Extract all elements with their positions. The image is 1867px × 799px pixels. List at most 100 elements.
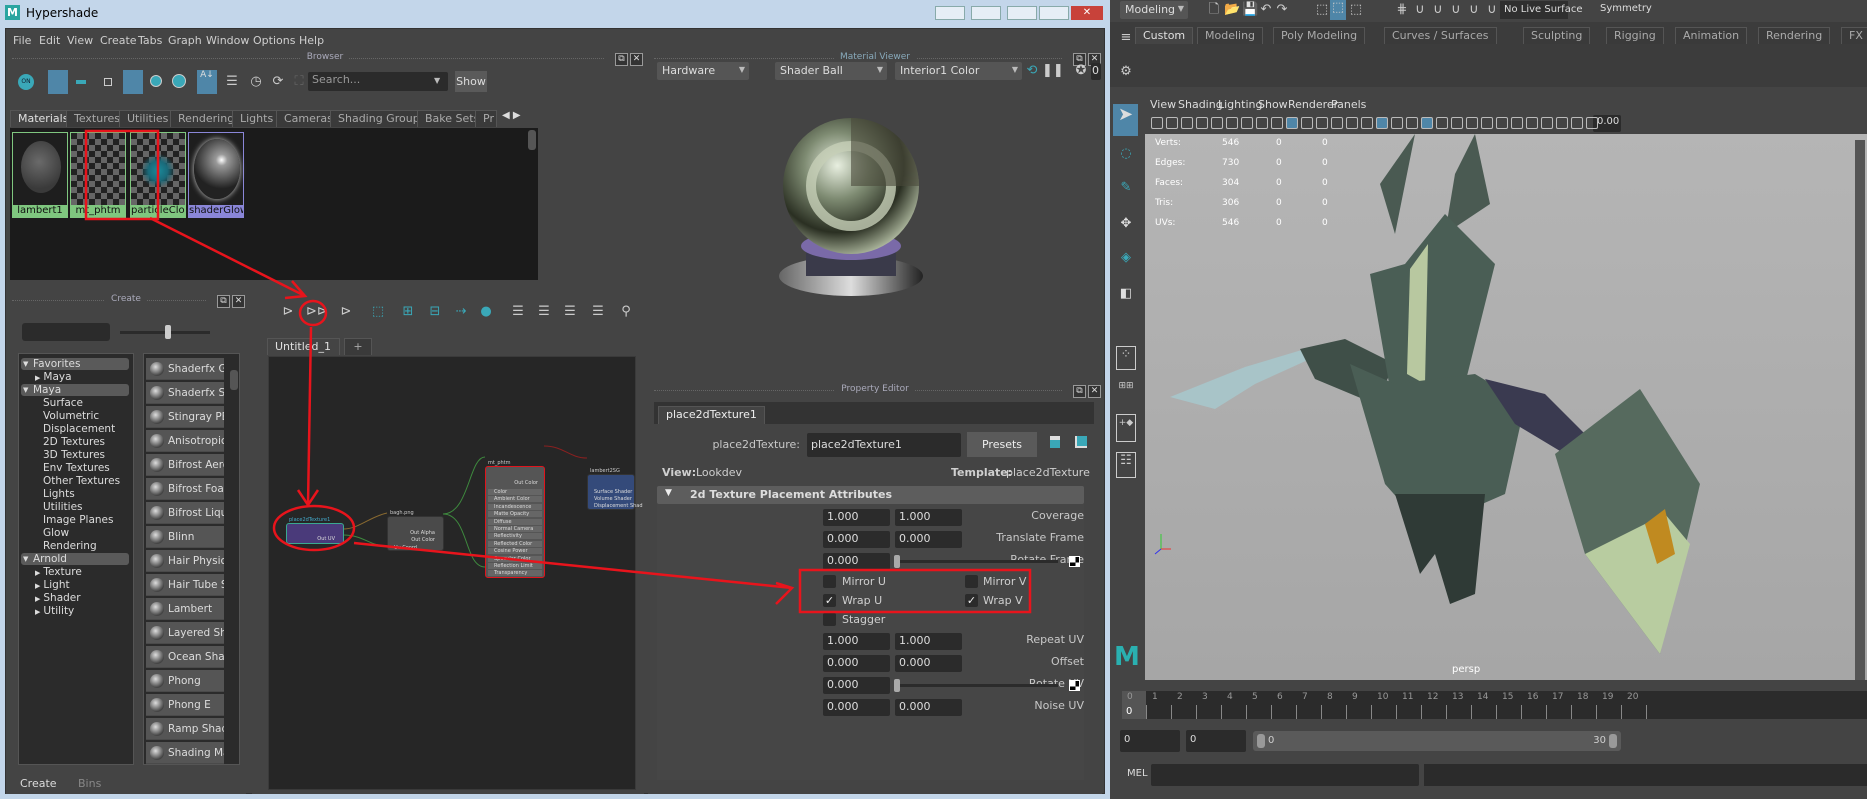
map-texture-icon[interactable]: [1069, 680, 1080, 691]
on-toggle-icon[interactable]: ON: [18, 74, 34, 90]
node-graph-canvas[interactable]: place2dTexture1 Out UV bagh.png Out Alph…: [268, 356, 643, 790]
input-output-connections-icon[interactable]: ⊳⊳: [306, 304, 328, 320]
isolate-icon[interactable]: [1421, 117, 1433, 129]
sort-by-name-icon[interactable]: A↓: [197, 70, 217, 94]
xray-icon[interactable]: [1406, 117, 1418, 129]
swatch-view-icon[interactable]: [48, 70, 68, 94]
depth-of-field-icon[interactable]: [1511, 117, 1523, 129]
node-type-item[interactable]: Hair Physica: [146, 550, 224, 572]
symmetry-dropdown[interactable]: Symmetry: [1600, 3, 1652, 14]
snap-point-icon[interactable]: ∪: [1430, 2, 1446, 18]
tab-scroll-arrows[interactable]: ◀ ▶: [502, 110, 521, 121]
node-port-row[interactable]: Color: [488, 489, 542, 495]
tree-item[interactable]: Glow: [43, 527, 69, 539]
viewport[interactable]: Verts: 546 0 0 Edges: 730 0 0 Faces: 304 0 0 Tris: 30…: [1145, 134, 1867, 680]
rotate-uv-field[interactable]: 0.000: [823, 677, 890, 694]
lasso-tool-icon[interactable]: ◌: [1118, 146, 1134, 162]
camera-icon[interactable]: [1151, 117, 1163, 129]
section-header[interactable]: ▼ 2d Texture Placement Attributes: [657, 486, 1084, 504]
rotate-frame-slider-handle[interactable]: [894, 555, 900, 568]
select-camera-icon[interactable]: [1526, 117, 1538, 129]
menu-file[interactable]: File: [13, 34, 31, 47]
menu-tabs[interactable]: Tabs: [138, 34, 162, 47]
grid-icon[interactable]: [1256, 117, 1268, 129]
icon-size-slider-handle[interactable]: [165, 325, 171, 339]
tab-create[interactable]: Create: [20, 777, 57, 790]
node-port-row[interactable]: Reflected Color: [488, 540, 542, 547]
shelf-tab-poly-modeling[interactable]: Poly Modeling: [1273, 27, 1366, 44]
remove-from-graph-icon[interactable]: ⊟: [427, 304, 443, 320]
node-type-item[interactable]: Hair Tube Sl: [146, 574, 224, 596]
antialias-icon[interactable]: [1496, 117, 1508, 129]
shadows-icon[interactable]: [1451, 117, 1463, 129]
refresh-icon[interactable]: ⟳: [270, 74, 286, 90]
single-perspective-layout-icon[interactable]: ⁘: [1116, 346, 1136, 370]
collapse-triangle-icon[interactable]: ▼: [665, 488, 672, 498]
search-dropdown-icon[interactable]: ▼: [434, 76, 440, 85]
tab-add-graph[interactable]: +: [344, 338, 372, 355]
large-swatch-icon[interactable]: [150, 75, 162, 87]
menu-view[interactable]: View: [67, 34, 93, 47]
range-start-handle[interactable]: [1257, 734, 1265, 748]
node-type-item[interactable]: Bifrost Aero: [146, 454, 224, 476]
add-to-graph-icon[interactable]: ⊞: [400, 304, 416, 320]
smooth-shade-icon[interactable]: [1376, 117, 1388, 129]
resolution-gate-icon[interactable]: [1286, 117, 1298, 129]
expand-triangle-icon[interactable]: ▼: [23, 358, 28, 370]
anim-start-field[interactable]: 0: [1186, 730, 1246, 752]
swatch-scrollbar[interactable]: [528, 130, 536, 150]
float-panel-icon[interactable]: ⧉: [1073, 385, 1086, 398]
medium-swatch-icon[interactable]: [123, 70, 143, 94]
full-view-icon[interactable]: ☰: [562, 304, 578, 320]
restore-layout-button[interactable]: [935, 6, 965, 20]
offset-u-field[interactable]: 0.000: [823, 655, 890, 672]
shelf-tab-custom[interactable]: Custom: [1135, 27, 1194, 44]
menu-edit[interactable]: Edit: [39, 34, 60, 47]
tree-item[interactable]: Surface: [43, 397, 83, 409]
node-type-item[interactable]: Bifrost Liqu: [146, 502, 224, 524]
node-shading-group[interactable]: lambert2SG Surface Shader Volume Shader …: [587, 468, 643, 510]
time-slider[interactable]: 0 0 1 2 3 4 5 6 7 8 9 10 11 12 13 14 15 16 17 18 19 20: [1122, 691, 1867, 719]
open-scene-icon[interactable]: 📂: [1224, 2, 1240, 18]
lock-camera-icon[interactable]: [1166, 117, 1178, 129]
show-hide-icon[interactable]: [1050, 436, 1060, 448]
wrap-v-checkbox[interactable]: ✓: [965, 594, 978, 607]
collapse-triangle-icon[interactable]: ▶: [35, 582, 40, 590]
node-port-row[interactable]: Normal Camera: [488, 526, 542, 532]
grease-pencil-icon[interactable]: [1241, 117, 1253, 129]
xray-active-icon[interactable]: [1571, 117, 1583, 129]
rearrange-graph-icon[interactable]: ⇢: [453, 304, 469, 320]
float-panel-icon[interactable]: ⧉: [615, 53, 628, 66]
noise-u-field[interactable]: 0.000: [823, 699, 890, 716]
xray-joints-icon[interactable]: [1556, 117, 1568, 129]
geometry-dropdown[interactable]: Shader Ball: [775, 62, 887, 80]
repeat-v-field[interactable]: 1.000: [895, 633, 962, 650]
create-filter-input[interactable]: [22, 323, 110, 341]
node-type-item[interactable]: Ramp Shad: [146, 718, 224, 740]
new-scene-icon[interactable]: 🗋: [1206, 2, 1222, 18]
swatch-shaderglow1[interactable]: shaderGlow1: [188, 132, 244, 218]
environment-dropdown[interactable]: Interior1 Color: [895, 62, 1022, 80]
exposure-icon[interactable]: [1586, 117, 1598, 129]
sort-by-time-icon[interactable]: ◷: [248, 74, 264, 90]
shelf-tab-rendering[interactable]: Rendering: [1758, 27, 1831, 44]
noise-v-field[interactable]: 0.000: [895, 699, 962, 716]
node-type-item[interactable]: Blinn: [146, 526, 224, 548]
menu-help[interactable]: Help: [299, 34, 324, 47]
gate-mask-icon[interactable]: [1301, 117, 1313, 129]
repeat-u-field[interactable]: 1.000: [823, 633, 890, 650]
wireframe-icon[interactable]: [1361, 117, 1373, 129]
move-tool-icon[interactable]: ✥: [1118, 216, 1134, 232]
node-port-row[interactable]: Cosine Power: [488, 548, 542, 555]
xlarge-swatch-icon[interactable]: [172, 74, 186, 88]
rotate-uv-slider[interactable]: [896, 684, 1058, 687]
bookmark-icon[interactable]: [1196, 117, 1208, 129]
camera-attributes-icon[interactable]: [1181, 117, 1193, 129]
renderer-dropdown[interactable]: Hardware: [657, 62, 749, 80]
coverage-u-field[interactable]: 1.000: [823, 509, 890, 526]
tab-more[interactable]: Pr: [475, 110, 497, 127]
node-name-field[interactable]: place2dTexture1: [807, 433, 961, 457]
node-list-scrollbar[interactable]: [230, 370, 238, 390]
lighting-icon[interactable]: [1436, 117, 1448, 129]
layout-button[interactable]: [971, 6, 1001, 20]
